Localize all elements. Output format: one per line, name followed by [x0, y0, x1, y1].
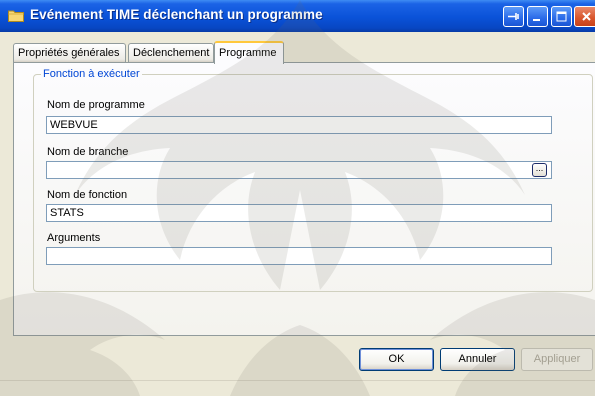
dialog-footer	[0, 380, 595, 396]
pin-icon	[508, 13, 519, 20]
cancel-button[interactable]: Annuler	[440, 348, 515, 371]
minimize-button[interactable]	[527, 6, 548, 27]
function-name-input[interactable]: STATS	[46, 204, 552, 222]
arguments-input[interactable]	[46, 247, 552, 265]
minimize-icon	[533, 19, 540, 21]
maximize-icon	[556, 11, 567, 22]
function-groupbox: Fonction à exécuter Nom de programme WEB…	[33, 68, 593, 292]
close-icon	[581, 12, 591, 21]
program-name-label: Nom de programme	[47, 99, 145, 111]
function-name-label: Nom de fonction	[47, 189, 128, 201]
arguments-label: Arguments	[47, 232, 101, 244]
tab-programme[interactable]: Programme	[214, 41, 284, 64]
dialog-window: Evénement TIME déclenchant un programme …	[0, 0, 595, 396]
branch-name-label: Nom de branche	[47, 146, 129, 158]
browse-button[interactable]: ...	[532, 163, 547, 177]
maximize-button[interactable]	[551, 6, 572, 27]
folder-icon	[8, 10, 24, 22]
close-button[interactable]	[574, 6, 595, 27]
group-legend: Fonction à exécuter	[41, 68, 142, 80]
window-title: Evénement TIME déclenchant un programme	[30, 7, 323, 22]
apply-button[interactable]: Appliquer	[521, 348, 593, 371]
tab-proprietes-generales[interactable]: Propriétés générales	[13, 43, 126, 62]
branch-name-input[interactable]: ...	[46, 161, 552, 179]
pin-button[interactable]	[503, 6, 524, 27]
tab-panel-programme: Fonction à exécuter Nom de programme WEB…	[13, 62, 595, 336]
tab-declenchement[interactable]: Déclenchement	[128, 43, 214, 62]
ok-button[interactable]: OK	[359, 348, 434, 371]
title-bar[interactable]: Evénement TIME déclenchant un programme	[0, 0, 595, 32]
program-name-input[interactable]: WEBVUE	[46, 116, 552, 134]
